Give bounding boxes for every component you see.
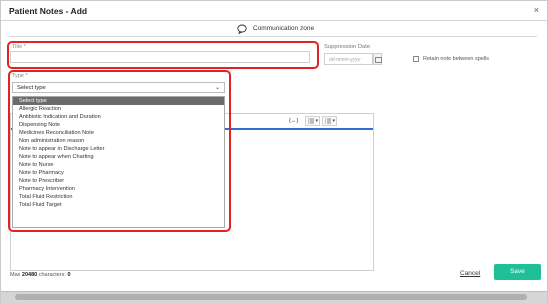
dropdown-option[interactable]: Total Fluid Restriction <box>13 193 224 201</box>
code-tool-button[interactable]: {↔} <box>289 118 298 124</box>
divider <box>9 36 537 37</box>
characters-count: 0 <box>67 272 71 278</box>
suppression-date-input[interactable]: dd-mmm-yyyy <box>324 53 373 65</box>
scrollbar-thumb[interactable] <box>15 294 527 300</box>
dropdown-option[interactable]: Note to appear in Discharge Letter <box>13 145 224 153</box>
bullet-list-icon <box>308 118 314 124</box>
calendar-icon[interactable] <box>373 53 382 65</box>
close-icon[interactable]: × <box>534 5 539 15</box>
max-value: 20480 <box>21 272 38 278</box>
patient-notes-dialog: Patient Notes - Add × Communication zone… <box>0 0 548 303</box>
cancel-button[interactable]: Cancel <box>460 270 480 277</box>
communication-zone[interactable]: Communication zone <box>1 21 547 37</box>
dropdown-option[interactable]: Note to Pharmacy <box>13 169 224 177</box>
suppression-date-label: Suppression Date <box>324 44 371 50</box>
retain-note-label: Retain note between spells <box>423 56 490 62</box>
character-counter: Max 20480 characters: 0 <box>10 272 71 278</box>
dropdown-option[interactable]: Note to Nurse <box>13 161 224 169</box>
bullet-list-button[interactable]: ▾ <box>305 116 320 126</box>
communication-zone-label: Communication zone <box>253 25 315 32</box>
retain-note-checkbox[interactable] <box>413 56 419 62</box>
caret-down-icon: ▾ <box>315 118 318 124</box>
dropdown-option[interactable]: Allergic Reaction <box>13 105 224 113</box>
title-input[interactable] <box>10 51 310 63</box>
dropdown-option[interactable]: Dispensing Note <box>13 121 224 129</box>
dropdown-option[interactable]: Antibiotic Indication and Duration <box>13 113 224 121</box>
speech-bubble-icon <box>237 24 247 34</box>
dropdown-option[interactable]: Medicines Reconciliation Note <box>13 129 224 137</box>
type-dropdown-list[interactable]: Select type Allergic Reaction Antibiotic… <box>12 96 225 228</box>
chevron-down-icon: ⌄ <box>214 85 220 91</box>
dropdown-option[interactable]: Total Fluid Target <box>13 201 224 209</box>
numbered-list-icon <box>325 118 331 124</box>
characters-label: characters: <box>38 272 66 278</box>
save-button[interactable]: Save <box>494 264 541 280</box>
dropdown-option[interactable]: Note to appear when Charting <box>13 153 224 161</box>
numbered-list-button[interactable]: ▾ <box>322 116 337 126</box>
dialog-header: Patient Notes - Add × <box>1 1 547 21</box>
dropdown-option[interactable]: Select type <box>13 97 224 105</box>
dropdown-option[interactable]: Note to Prescriber <box>13 177 224 185</box>
horizontal-scrollbar[interactable] <box>1 291 547 303</box>
type-select[interactable]: Select type ⌄ <box>12 82 225 93</box>
type-label: Type * <box>12 73 28 79</box>
max-label: Max <box>10 272 21 278</box>
dropdown-option[interactable]: Non administration reason <box>13 137 224 145</box>
type-selected-value: Select type <box>17 85 46 91</box>
dropdown-option[interactable]: Pharmacy Intervention <box>13 185 224 193</box>
dialog-title: Patient Notes - Add <box>9 6 88 16</box>
caret-down-icon: ▾ <box>332 118 335 124</box>
title-label: Title * <box>12 44 26 50</box>
